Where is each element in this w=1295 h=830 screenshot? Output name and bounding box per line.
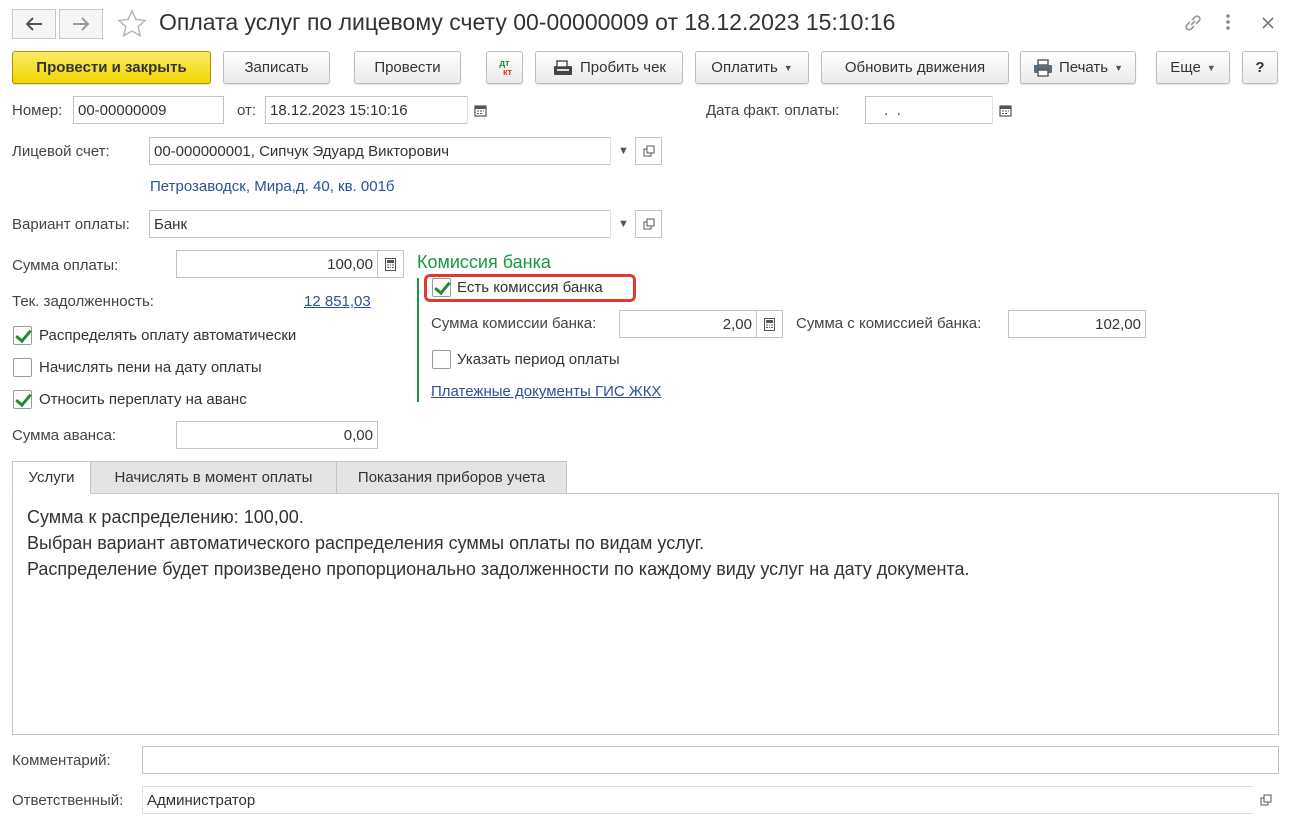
fact-date-value: . .	[880, 101, 901, 119]
distribute-auto-label: Распределять оплату автоматически	[39, 327, 297, 344]
chevron-down-icon: ▼	[1206, 62, 1216, 73]
dt-kt-icon: дт кт	[497, 58, 512, 77]
account-address: Петрозаводск, Мира,д. 40, кв. 001б	[150, 178, 395, 195]
date-input[interactable]: 18.12.2023 15:10:16	[265, 96, 493, 124]
penalty-label: Начислять пени на дату оплаты	[39, 359, 262, 376]
date-value: 18.12.2023 15:10:16	[270, 101, 408, 119]
penalty-checkbox[interactable]	[13, 358, 32, 377]
services-panel: Сумма к распределению: 100,00. Выбран ва…	[12, 493, 1279, 735]
page-title: Оплата услуг по лицевому счету 00-000000…	[159, 9, 896, 35]
commission-amount-label: Сумма комиссии банка:	[431, 315, 597, 332]
update-movements-button[interactable]: Обновить движения	[821, 51, 1009, 84]
commission-group-title: Комиссия банка	[417, 252, 551, 272]
debt-link[interactable]: 12 851,03	[304, 293, 371, 310]
back-button[interactable]	[12, 9, 56, 39]
open-icon	[643, 218, 654, 230]
print-label: Печать	[1058, 59, 1109, 76]
payment-variant-select[interactable]: Банк ▼	[149, 210, 636, 238]
chevron-down-icon: ▼	[1114, 62, 1124, 73]
help-button[interactable]: ?	[1242, 51, 1278, 84]
total-with-commission-field: 102,00	[1008, 310, 1146, 338]
tab-meter-readings[interactable]: Показания приборов учета	[336, 461, 567, 494]
account-label: Лицевой счет:	[12, 143, 110, 160]
print-receipt-button[interactable]: Пробить чек	[535, 51, 683, 84]
number-label: Номер:	[12, 102, 63, 119]
kt-label: кт	[503, 66, 512, 77]
account-input[interactable]: 00-000000001, Сипчук Эдуард Викторович ▼	[149, 137, 636, 165]
tab-services[interactable]: Услуги	[12, 461, 91, 494]
advance-label: Сумма аванса:	[12, 427, 117, 444]
debt-label: Тек. задолженность:	[12, 293, 154, 310]
calendar-icon[interactable]	[467, 96, 493, 124]
commission-amount-input[interactable]: 2,00	[619, 310, 757, 338]
payment-period-label: Указать период оплаты	[457, 351, 620, 368]
account-value: 00-000000001, Сипчук Эдуард Викторович	[154, 142, 450, 160]
responsible-label: Ответственный:	[12, 792, 124, 809]
more-label: Еще	[1170, 59, 1201, 76]
distribution-variant-text: Выбран вариант автоматического распредел…	[27, 533, 705, 553]
has-commission-checkbox[interactable]	[432, 278, 451, 297]
fact-date-label: Дата факт. оплаты:	[706, 102, 840, 119]
kebab-icon[interactable]	[1225, 12, 1231, 37]
arrow-right-icon	[73, 17, 90, 31]
calculator-icon	[385, 257, 396, 271]
dt-kt-button[interactable]: дт кт	[486, 51, 523, 84]
favorite-button[interactable]	[117, 9, 147, 43]
print-button[interactable]: Печать ▼	[1020, 51, 1136, 84]
responsible-value: Администратор	[147, 791, 256, 809]
amount-label: Сумма оплаты:	[12, 257, 119, 274]
open-payment-variant-button[interactable]	[635, 210, 662, 238]
calculator-button[interactable]	[377, 250, 404, 278]
calculator-button[interactable]	[756, 310, 783, 338]
number-input[interactable]: 00-00000009	[73, 96, 224, 124]
chevron-down-icon: ▼	[783, 62, 793, 73]
fact-date-input[interactable]: . .	[865, 96, 1018, 124]
star-icon	[117, 9, 147, 38]
open-account-button[interactable]	[635, 137, 662, 165]
comment-input[interactable]	[142, 746, 1279, 774]
responsible-input[interactable]: Администратор	[142, 786, 1279, 814]
save-button[interactable]: Записать	[223, 51, 330, 84]
has-commission-label: Есть комиссия банка	[457, 279, 603, 296]
payment-period-checkbox[interactable]	[432, 350, 451, 369]
pay-label: Оплатить	[711, 59, 778, 76]
open-icon[interactable]	[1253, 786, 1279, 814]
link-icon[interactable]	[1183, 13, 1203, 38]
close-icon[interactable]	[1261, 14, 1275, 35]
distribution-method-text: Распределение будет произведено пропорци…	[27, 559, 970, 579]
pay-button[interactable]: Оплатить ▼	[695, 51, 809, 84]
post-button[interactable]: Провести	[354, 51, 461, 84]
advance-input[interactable]: 0,00	[176, 421, 378, 449]
distribution-sum-text: Сумма к распределению: 100,00.	[27, 507, 304, 527]
calculator-icon	[764, 317, 775, 331]
more-button[interactable]: Еще ▼	[1156, 51, 1230, 84]
amount-input[interactable]: 100,00	[176, 250, 378, 278]
from-label: от:	[237, 102, 257, 119]
gis-documents-link[interactable]: Платежные документы ГИС ЖКХ	[431, 383, 661, 400]
calendar-icon[interactable]	[992, 96, 1018, 124]
overpay-advance-label: Относить переплату на аванс	[39, 391, 247, 408]
chevron-down-icon[interactable]: ▼	[610, 210, 636, 238]
overpay-advance-checkbox[interactable]	[13, 390, 32, 409]
arrow-left-icon	[25, 17, 42, 31]
total-with-commission-label: Сумма с комиссией банка:	[796, 315, 982, 332]
tab-accrue-on-payment[interactable]: Начислять в момент оплаты	[90, 461, 337, 494]
comment-label: Комментарий:	[12, 752, 111, 769]
forward-button[interactable]	[59, 9, 103, 39]
payment-variant-label: Вариант оплаты:	[12, 216, 130, 233]
printer-icon	[1033, 58, 1052, 77]
commission-group-bar	[417, 278, 419, 402]
distribute-auto-checkbox[interactable]	[13, 326, 32, 345]
cash-register-icon	[553, 59, 572, 75]
payment-variant-value: Банк	[154, 215, 188, 233]
print-receipt-label: Пробить чек	[579, 59, 666, 76]
post-and-close-button[interactable]: Провести и закрыть	[12, 51, 211, 84]
open-icon	[643, 145, 654, 157]
chevron-down-icon[interactable]: ▼	[610, 137, 636, 165]
